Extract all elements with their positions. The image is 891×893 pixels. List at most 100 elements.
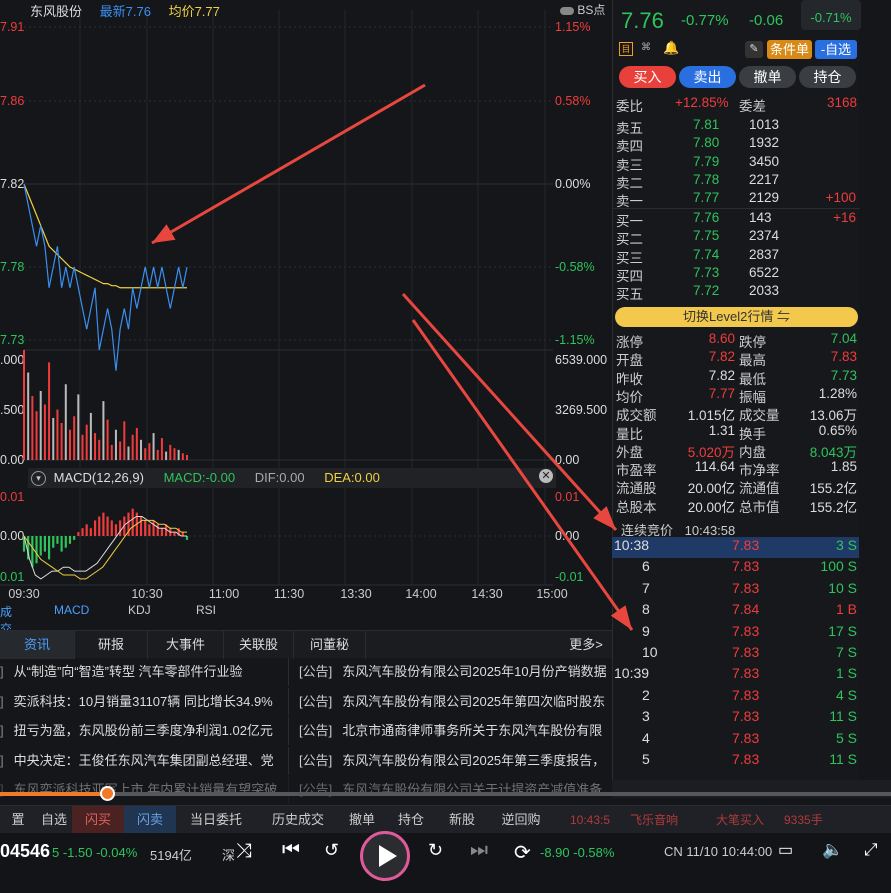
annotation-arrow — [151, 83, 426, 245]
rewind-10-icon[interactable]: ↺ — [324, 840, 339, 861]
news-item[interactable]: ] 东风奕派科技亚军上市 年内累计销量有望突破 — [0, 776, 286, 804]
intraday-chart[interactable]: 7.91 7.86 7.82 7.78 7.73 1.15% 0.58% 0.00% -0.58… — [0, 0, 612, 625]
announcement-item[interactable]: [公告] 东风汽车股份有限公司关于计提资产减值准备 — [288, 776, 612, 804]
price-tick-label: 7.82 — [0, 177, 24, 191]
next-icon[interactable]: ⏭ — [470, 839, 488, 862]
announcement-item[interactable]: [公告] 东风汽车股份有限公司2025年10月份产销数据 — [288, 658, 612, 686]
fullscreen-icon[interactable]: ⤢ — [864, 840, 878, 860]
asks-row[interactable]: 卖一 7.77 2129 +100 — [613, 190, 860, 209]
bottom-tab[interactable]: 新股 — [436, 806, 488, 834]
share-icon[interactable]: ⌘ — [641, 42, 655, 56]
stat-value: 1.31 — [708, 422, 735, 438]
sell-button[interactable]: 卖出 — [679, 66, 736, 88]
index-change-box[interactable]: -0.71% — [801, 0, 861, 30]
bell-icon[interactable]: 🔔 — [663, 40, 679, 56]
macd-tick-label: -0.01 — [555, 570, 584, 584]
stat-row: 均价 7.77 振幅 1.28% — [613, 386, 860, 405]
level-price: 7.81 — [693, 117, 720, 132]
video-progress-bar[interactable] — [0, 786, 891, 801]
note-icon[interactable]: 目 — [619, 42, 633, 56]
tab-rsi[interactable]: RSI — [196, 603, 216, 617]
price-tick-label: 7.86 — [0, 94, 24, 108]
trade-price: 7.83 — [732, 729, 760, 746]
stat-label: 总市值 — [739, 499, 780, 515]
news-item[interactable]: ] 中央决定：王俊任东风汽车集团副总经理、党 — [0, 747, 286, 775]
edit-icon[interactable]: ✎ — [745, 41, 763, 58]
level-volume: 1013 — [749, 117, 780, 132]
progress-knob[interactable] — [99, 786, 115, 801]
bottom-tab[interactable]: 当日委托 — [176, 806, 256, 834]
announcement-tag: [公告] — [299, 723, 333, 738]
news-tab[interactable]: 资讯 — [0, 631, 75, 659]
bids-row[interactable]: 买五 7.72 2033 — [613, 283, 860, 302]
bids-row[interactable]: 买四 7.73 6522 — [613, 265, 860, 284]
bottom-tab[interactable]: 闪卖 — [124, 806, 176, 834]
news-tab[interactable]: 更多> — [560, 631, 612, 659]
asks-row[interactable]: 卖三 7.79 3450 — [613, 154, 860, 173]
add-favorite-button[interactable]: -自选 — [815, 40, 857, 59]
announcement-title: 东风汽车股份有限公司2025年第三季度报告， — [342, 752, 606, 768]
repeat-icon[interactable]: ⟳ — [514, 840, 531, 865]
news-tab[interactable]: 问董秘 — [294, 631, 366, 659]
news-title: 中央决定：王俊任东风汽车集团副总经理、党 — [13, 752, 274, 768]
asks-row[interactable]: 卖五 7.81 1013 — [613, 117, 860, 136]
bottom-tab[interactable]: 自选 — [36, 806, 72, 834]
bottom-tab[interactable]: 逆回购 — [488, 806, 554, 834]
close-icon[interactable]: ✕ — [539, 469, 553, 483]
bids-row[interactable]: 买二 7.75 2374 — [613, 228, 860, 247]
stat-value: 8.60 — [708, 331, 735, 346]
level2-toggle-button[interactable]: 切换Level2行情 ⇋ — [615, 307, 858, 327]
trade-price: 7.83 — [732, 644, 760, 660]
tab-macd[interactable]: MACD — [54, 603, 89, 617]
bottom-tab[interactable]: 撤单 — [340, 806, 384, 834]
tab-kdj[interactable]: KDJ — [128, 603, 151, 617]
stat-label: 跌停 — [739, 335, 766, 350]
stat-label: 涨停 — [616, 335, 643, 350]
bottom-tab[interactable]: 置 — [0, 806, 36, 834]
trade-volume: 11 S — [829, 708, 857, 725]
previous-icon[interactable]: ⏮ — [282, 839, 300, 862]
news-title: 扭亏为盈，东风股份前三季度净利润1.02亿元 — [13, 723, 273, 738]
news-title: 奕派科技：10月销量31107辆 同比增长34.9% — [13, 693, 273, 709]
bids-row[interactable]: 买三 7.74 2837 — [613, 247, 860, 266]
stat-value: 7.83 — [830, 349, 857, 365]
asks-row[interactable]: 卖四 7.80 1932 — [613, 135, 860, 154]
stat-value: 7.82 — [708, 367, 735, 383]
buy-button[interactable]: 买入 — [619, 66, 676, 88]
announcement-item[interactable]: [公告] 北京市通商律师事务所关于东风汽车股份有限 — [288, 717, 612, 745]
position-button[interactable]: 持仓 — [799, 66, 856, 88]
price-tick-label: 7.73 — [0, 333, 24, 347]
progress-fill — [0, 792, 107, 796]
level-volume: 2033 — [749, 283, 780, 299]
bottom-tab[interactable]: 持仓 — [386, 806, 436, 834]
bids-row[interactable]: 买一 7.76 143 +16 — [613, 210, 860, 229]
news-tab[interactable]: 研报 — [75, 631, 148, 659]
news-tab[interactable]: 关联股 — [224, 631, 294, 659]
announcement-item[interactable]: [公告] 东风汽车股份有限公司2025年第三季度报告， — [288, 746, 612, 775]
stat-label: 振幅 — [739, 389, 766, 405]
conditional-order-button[interactable]: 条件单 — [767, 40, 812, 59]
forward-30-icon[interactable]: ↻ — [428, 840, 443, 861]
trade-row: 8 7.84 1 B — [612, 601, 859, 622]
volume-icon[interactable]: 🔈 — [822, 840, 843, 860]
subtitles-icon[interactable]: ▭ — [778, 840, 793, 860]
cancel-order-button[interactable]: 撤单 — [739, 66, 796, 88]
price-line — [23, 183, 188, 371]
bottom-tab[interactable]: 历史成交 — [256, 806, 340, 834]
news-item[interactable]: ] 扭亏为盈，东风股份前三季度净利润1.02亿元 — [0, 717, 286, 745]
chevron-down-icon[interactable]: ▾ — [31, 471, 46, 487]
level-volume: 6522 — [749, 264, 780, 280]
bs-toggle[interactable]: BS点 — [560, 1, 605, 18]
news-item[interactable]: ] 奕派科技：10月销量31107辆 同比增长34.9% — [0, 688, 286, 716]
asks-row[interactable]: 卖二 7.78 2217 — [613, 172, 860, 191]
shuffle-icon[interactable]: ⤨ — [236, 840, 252, 863]
time-tick-label: 14:00 — [405, 587, 436, 601]
level-volume: 3450 — [749, 153, 780, 169]
news-item[interactable]: ] 从“制造”向“智造”转型 汽车零部件行业验 — [0, 658, 286, 686]
play-button[interactable] — [360, 831, 410, 881]
news-tab[interactable]: 大事件 — [148, 631, 224, 659]
bottom-tab[interactable]: 闪买 — [72, 806, 124, 834]
trade-volume: 5 S — [835, 729, 857, 746]
announcement-item[interactable]: [公告] 东风汽车股份有限公司2025年第四次临时股东 — [288, 687, 612, 716]
stat-value: 7.04 — [830, 331, 857, 346]
